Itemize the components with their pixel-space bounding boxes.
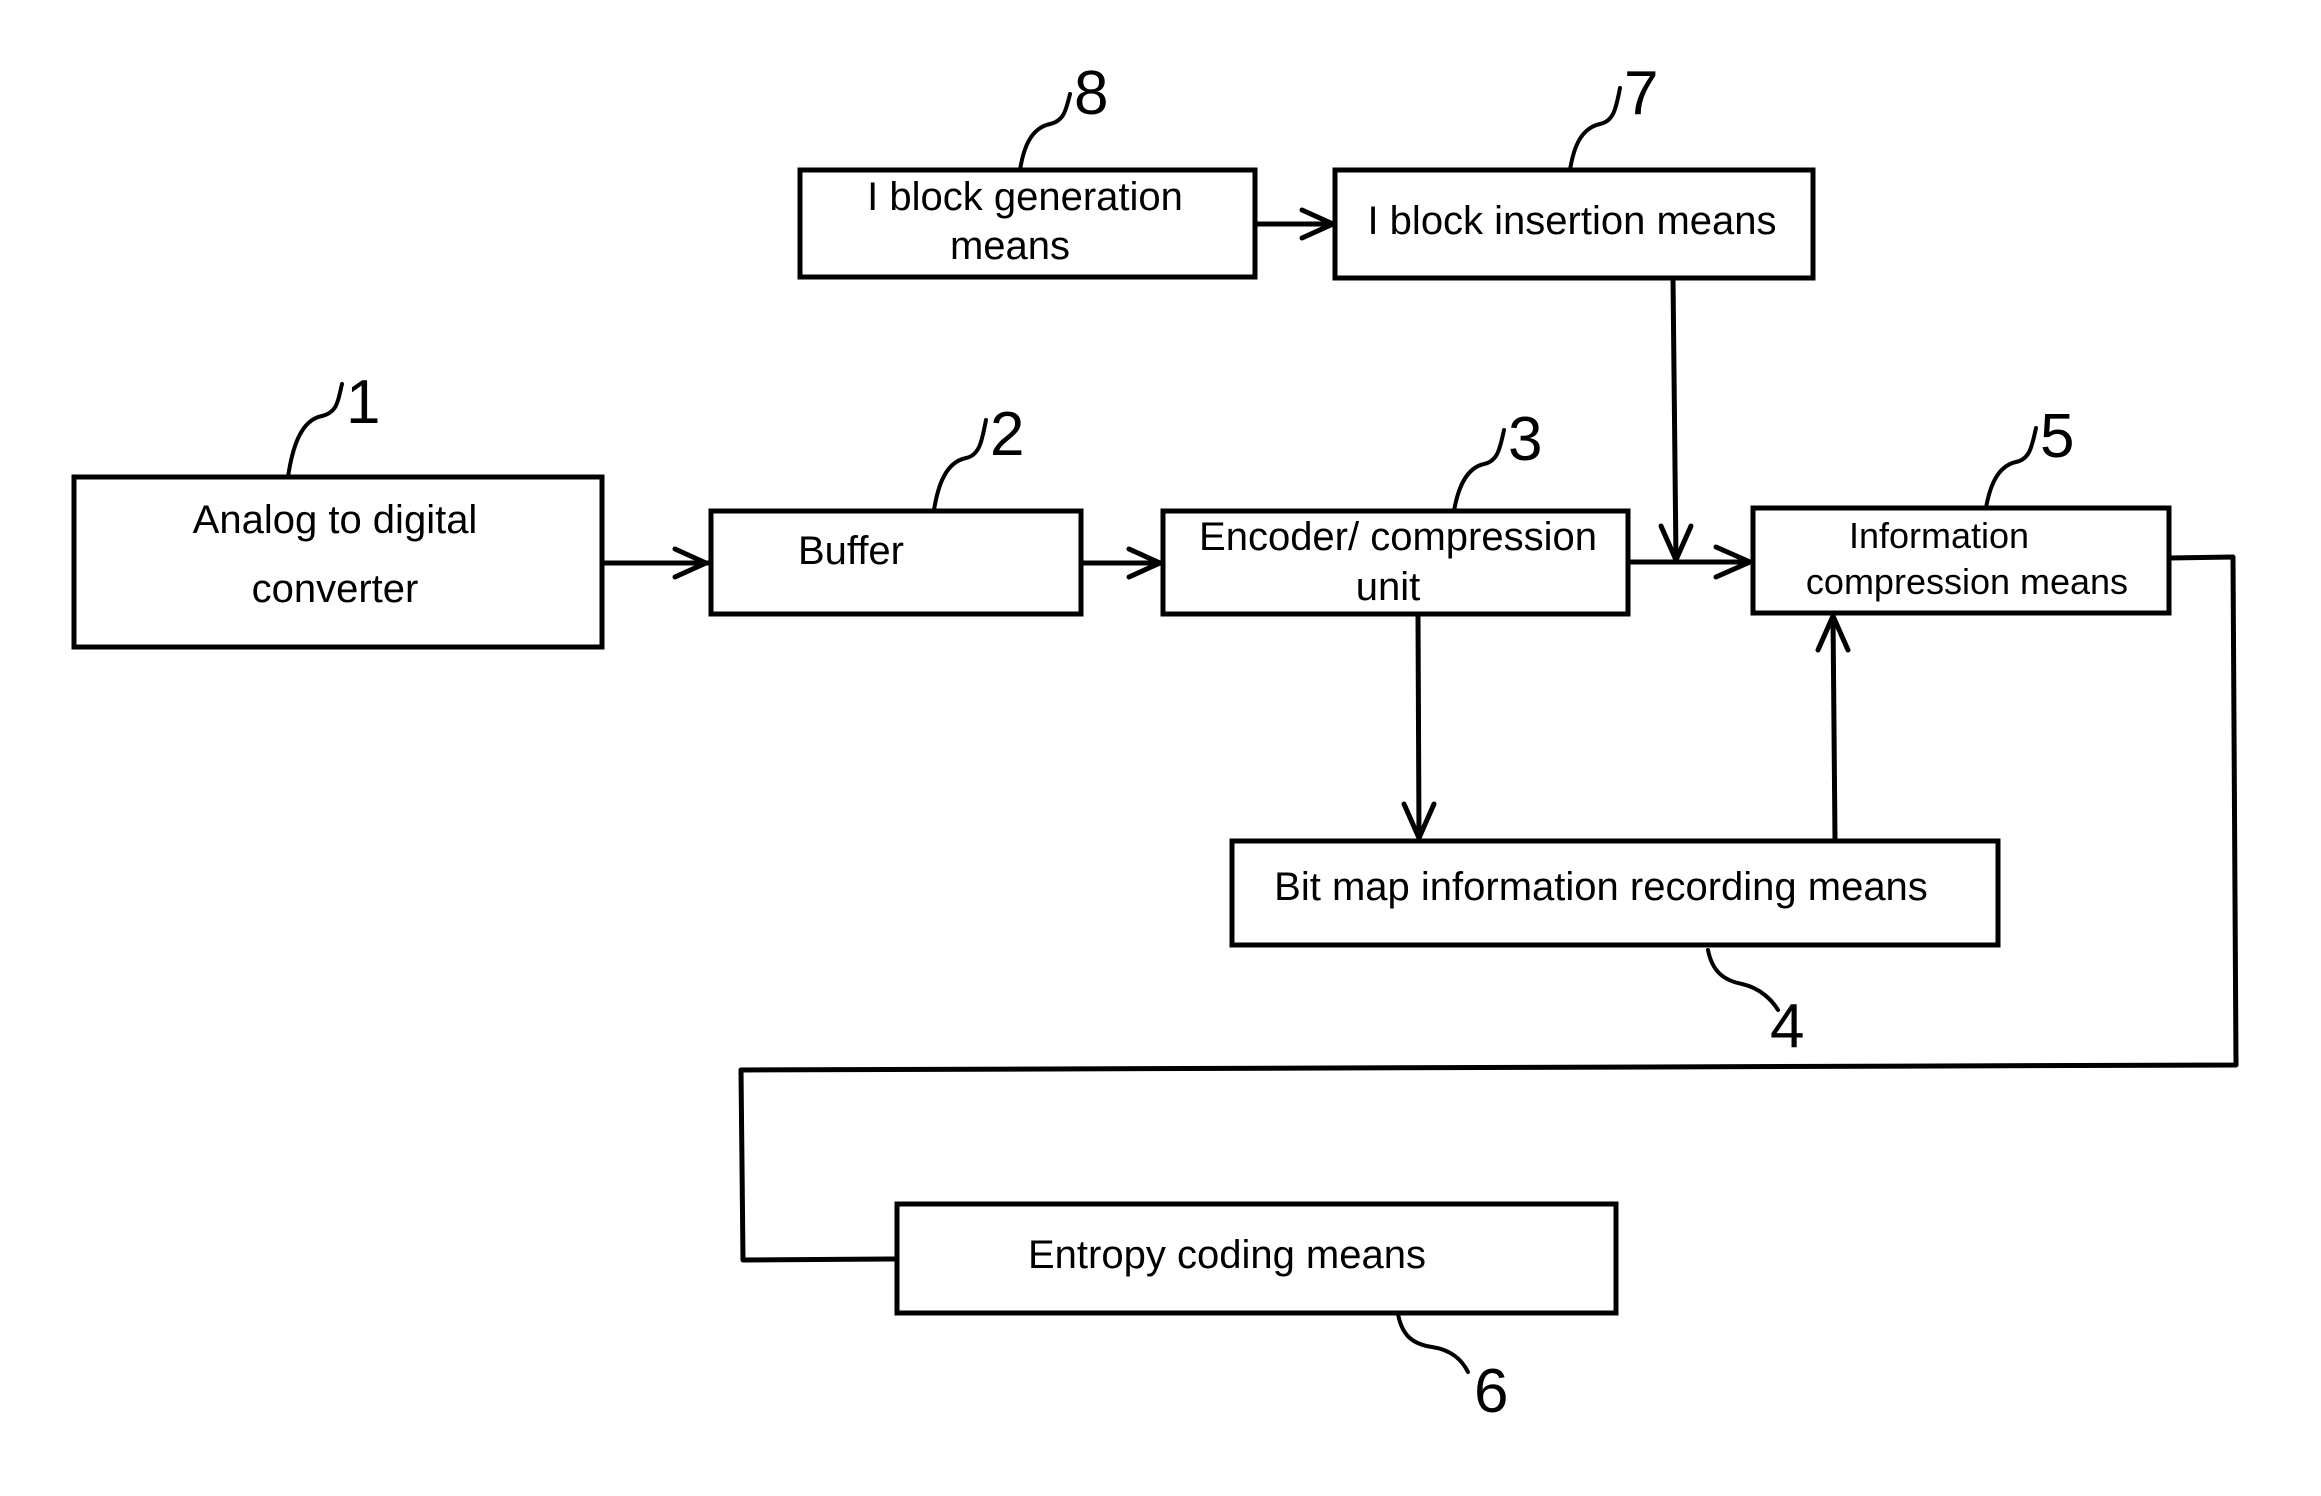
connector-3-to-4 [1401,611,1437,841]
block-label: Entropy coding means [1028,1233,1426,1277]
block-bit-map-information-recording-means: Bit map information recording means [1229,838,2001,948]
connector-4-to-5 [1815,613,1851,843]
block-label: Information [1849,515,2029,556]
connector-3-to-5 [1625,544,1753,580]
reference-numeral-6: 6 [1396,1312,1508,1426]
svg-text:8: 8 [1074,59,1108,128]
block-entropy-coding-means: Entropy coding means [894,1201,1619,1316]
block-label: Analog to digital [193,498,478,542]
reference-numeral-1: 1 [286,368,380,479]
block-i-block-insertion-means: I block insertion means [1332,167,1816,281]
reference-numeral-4: 4 [1706,948,1804,1061]
block-label: I block insertion means [1367,199,1776,243]
reference-numeral-8: 8 [1018,59,1108,172]
connector-1-to-2 [599,546,711,580]
svg-text:6: 6 [1474,1357,1508,1426]
svg-text:5: 5 [2040,402,2074,471]
block-encoder-compression-unit: Encoder/ compression unit [1160,508,1631,617]
block-analog-to-digital-converter: Analog to digital converter [71,474,605,650]
block-i-block-generation-means: I block generation means [797,167,1258,280]
svg-text:7: 7 [1624,59,1658,128]
reference-numeral-3: 3 [1452,405,1542,513]
block-diagram: Analog to digital converter Buffer Encod… [71,59,2239,1426]
svg-text:2: 2 [990,400,1024,469]
block-label: Buffer [798,529,904,573]
block-label: I block generation [867,175,1183,219]
svg-text:1: 1 [346,368,380,437]
reference-numeral-7: 7 [1568,59,1658,172]
connector-2-to-3 [1078,546,1163,580]
block-label: converter [252,567,419,611]
reference-numeral-2: 2 [932,400,1024,512]
block-label: unit [1356,565,1421,609]
svg-text:3: 3 [1508,405,1542,474]
block-label: means [950,224,1070,268]
connector-7-to-5 [1658,275,1694,563]
block-label: compression means [1806,561,2128,602]
reference-numeral-5: 5 [1984,402,2074,510]
connector-8-to-7 [1252,207,1336,241]
svg-text:4: 4 [1770,992,1804,1061]
block-buffer: Buffer [708,508,1084,617]
block-information-compression-means: Information compression means [1750,505,2172,616]
block-label: Encoder/ compression [1199,515,1597,559]
block-label: Bit map information recording means [1274,865,1928,909]
